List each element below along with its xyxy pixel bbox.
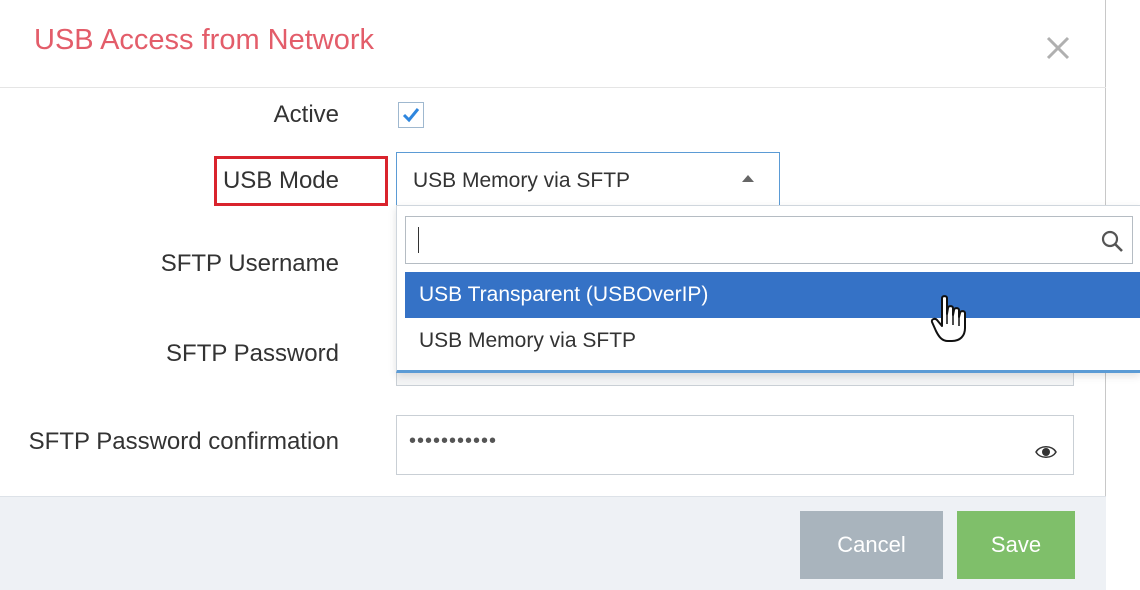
dropdown-option-usb-transparent[interactable]: USB Transparent (USBOverIP): [405, 272, 1140, 318]
dropdown-search-input[interactable]: [405, 216, 1133, 264]
usb-mode-selected-value: USB Memory via SFTP: [413, 169, 631, 192]
close-button[interactable]: [1040, 30, 1076, 66]
eye-icon[interactable]: [1035, 444, 1057, 460]
usb-mode-label: USB Mode: [222, 167, 339, 194]
sftp-password-confirm-input[interactable]: •••••••••••: [396, 415, 1074, 475]
password-masked-value: •••••••••••: [409, 430, 498, 452]
dialog-footer: Cancel Save: [0, 496, 1106, 590]
usb-mode-select[interactable]: USB Memory via SFTP: [396, 152, 780, 206]
sftp-password-label: SFTP Password: [166, 340, 339, 367]
usb-access-dialog: USB Access from Network Active USB Mode …: [0, 0, 1140, 590]
search-icon: [1101, 230, 1123, 252]
dropdown-option-usb-memory-sftp[interactable]: USB Memory via SFTP: [405, 318, 1140, 364]
active-checkbox[interactable]: [398, 102, 424, 128]
cancel-button[interactable]: Cancel: [800, 511, 943, 579]
close-icon: [1046, 36, 1070, 60]
save-button[interactable]: Save: [957, 511, 1075, 579]
active-label: Active: [273, 101, 339, 128]
caret-up-icon: [742, 175, 754, 182]
sftp-password-confirm-label: SFTP Password confirmation: [28, 428, 339, 455]
dialog-title: USB Access from Network: [34, 24, 375, 56]
dialog-header: USB Access from Network: [0, 0, 1106, 88]
text-cursor: [418, 227, 419, 253]
usb-mode-dropdown: USB Transparent (USBOverIP) USB Memory v…: [396, 205, 1140, 373]
sftp-username-label: SFTP Username: [160, 250, 339, 277]
checkmark-icon: [402, 108, 420, 123]
